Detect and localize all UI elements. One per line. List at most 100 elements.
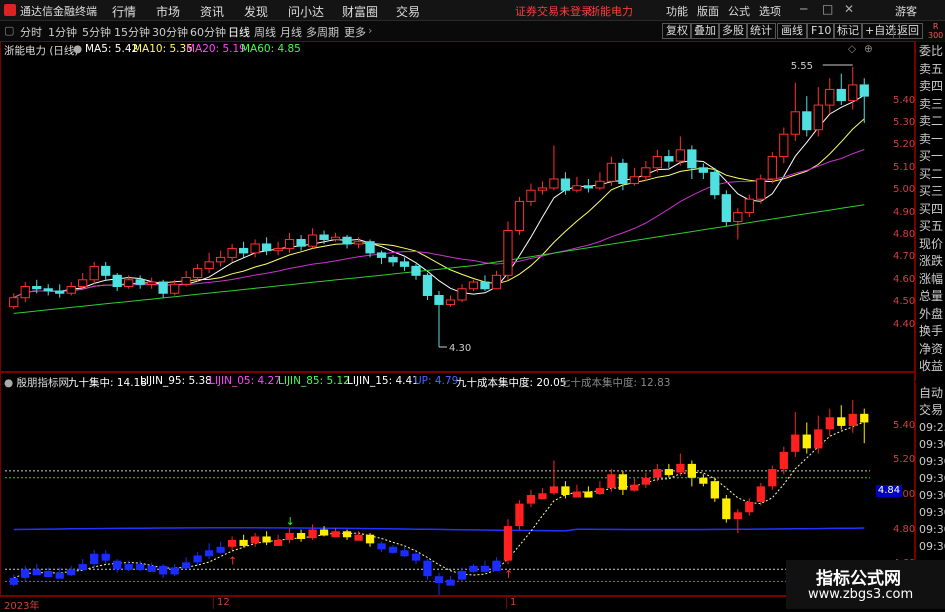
menu-hangqing[interactable]: 行情 [112,3,136,20]
y-tick: 4.40 [893,318,916,330]
panel-toggle-icon[interactable]: ▢ [4,24,14,37]
period-more[interactable]: 更多 [344,24,366,40]
period-monthly[interactable]: 月线 [280,24,302,40]
menu-wenxiaoda[interactable]: 问小达 [288,3,324,20]
tool-tongji[interactable]: 统计 [746,23,776,39]
candle [158,281,168,294]
menu-gongneng[interactable]: 功能 [666,3,688,19]
maximize-icon[interactable]: □ [822,2,833,16]
ind-y-tick: 4.80 [893,523,916,535]
tool-diejia[interactable]: 叠加 [690,23,720,39]
quote-field-label: 卖四 [919,79,944,93]
candle [204,261,214,270]
quote-field-label: 买四 [919,201,944,216]
close-icon[interactable]: ✕ [844,2,854,16]
quote-sidebar: 委比 卖五 卖四 卖三 卖二 卖一 买一 买二 买三 买四 买五 现价 涨跌 涨幅 总量 外盘 换手 净资 收益 [915,41,945,381]
candle [411,265,421,276]
ind-bar [837,417,846,426]
period-fenshi[interactable]: 分时 [20,24,42,40]
quote-field-label: 涨跌 [919,254,944,268]
buy-arrow-icon: ↑ [504,568,513,581]
minimize-icon[interactable]: ─ [800,2,807,16]
candle [330,236,341,240]
tool-huaxian[interactable]: 画线 [777,23,807,39]
ma20-label: MA20: 5.19 [186,43,246,55]
ind-y-tick: 5.40 [893,419,916,431]
x-label-12: 12 [217,597,230,608]
ind-bar [595,488,605,495]
candle [526,189,536,202]
ind-lijin15: LIJIN_15: 4.41 [347,375,419,387]
trade-field: 09:30 [919,438,945,451]
candle [227,247,237,258]
ind-bar [296,533,306,539]
menu-caifuquan[interactable]: 财富圈 [342,3,378,20]
ind-bar [457,571,467,580]
tool-f10[interactable]: F10 [807,23,836,39]
ind-bar [308,529,317,539]
ind-bar [699,477,708,484]
ind-bar [733,512,742,520]
settings-dot-icon[interactable]: ● [73,43,82,55]
period-30min[interactable]: 30分钟 [152,24,188,40]
ma5-line [13,94,865,299]
trade-field: 交易 [919,403,944,417]
period-multi[interactable]: 多周期 [306,24,339,40]
candle [848,84,858,102]
chevron-right-icon[interactable]: › [368,24,372,37]
watermark-logo: 指标公式网 www.zbgs3.com [786,560,945,609]
candle [468,281,479,290]
candle [365,241,375,254]
tool-biaoji[interactable]: 标记 [833,23,863,39]
period-60min[interactable]: 60分钟 [190,24,226,40]
menu-zixun[interactable]: 资讯 [200,3,224,20]
candle [514,200,525,232]
ind-bar [584,491,593,498]
candle [434,294,444,305]
candle [779,133,789,158]
menu-shichang[interactable]: 市场 [156,3,180,20]
quote-field-label: 换手 [919,324,944,338]
period-5min[interactable]: 5分钟 [82,24,111,40]
ind-bar [170,567,179,575]
menu-jiaoyi[interactable]: 交易 [396,3,420,20]
period-1min[interactable]: 1分钟 [48,24,77,40]
candle [181,277,191,285]
candle [112,274,122,288]
menu-banmian[interactable]: 版面 [697,3,719,19]
ma5-label: MA5: 5.42 [85,43,139,55]
indicator-dot-icon[interactable]: ● [4,377,13,389]
login-warning[interactable]: 证券交易未登录 [515,3,592,19]
trade-field[interactable]: 自动 [919,385,943,402]
y-tick: 4.50 [893,296,916,308]
menu-xuanxiang[interactable]: 选项 [759,3,781,19]
candle [595,180,605,189]
candle [296,238,306,247]
ind-bar [262,536,271,543]
tool-duogu[interactable]: 多股 [718,23,748,39]
candle [549,178,559,189]
period-15min[interactable]: 15分钟 [114,24,150,40]
ind-bar [848,413,857,426]
app-title: 通达信金融终端 [20,5,97,18]
ind-bar [21,569,30,578]
menu-faxian[interactable]: 发现 [244,3,268,20]
period-daily[interactable]: 日线 [228,24,250,40]
tool-fuquan[interactable]: 复权 [662,23,692,39]
ind-bar [779,451,788,470]
diamond-icon[interactable]: ◇ [848,43,856,55]
menu-gongshi[interactable]: 公式 [728,3,750,19]
expand-icon[interactable]: ⊕ [864,43,873,55]
ind-bar [377,543,386,550]
candlestick-chart: 5.55 4.30 [9,61,869,354]
period-weekly[interactable]: 周线 [254,24,276,40]
ind-bar [32,569,41,576]
guest-account[interactable]: 游客 [895,3,917,19]
ind-bar [90,553,99,565]
tool-back[interactable]: 返回 [893,23,923,39]
ind-lijin05: LIJIN_05: 4.27 [209,375,281,387]
ma10-label: MA10: 5.35 [133,43,193,55]
candle [273,247,283,252]
candle [422,274,433,296]
candle [480,281,490,290]
